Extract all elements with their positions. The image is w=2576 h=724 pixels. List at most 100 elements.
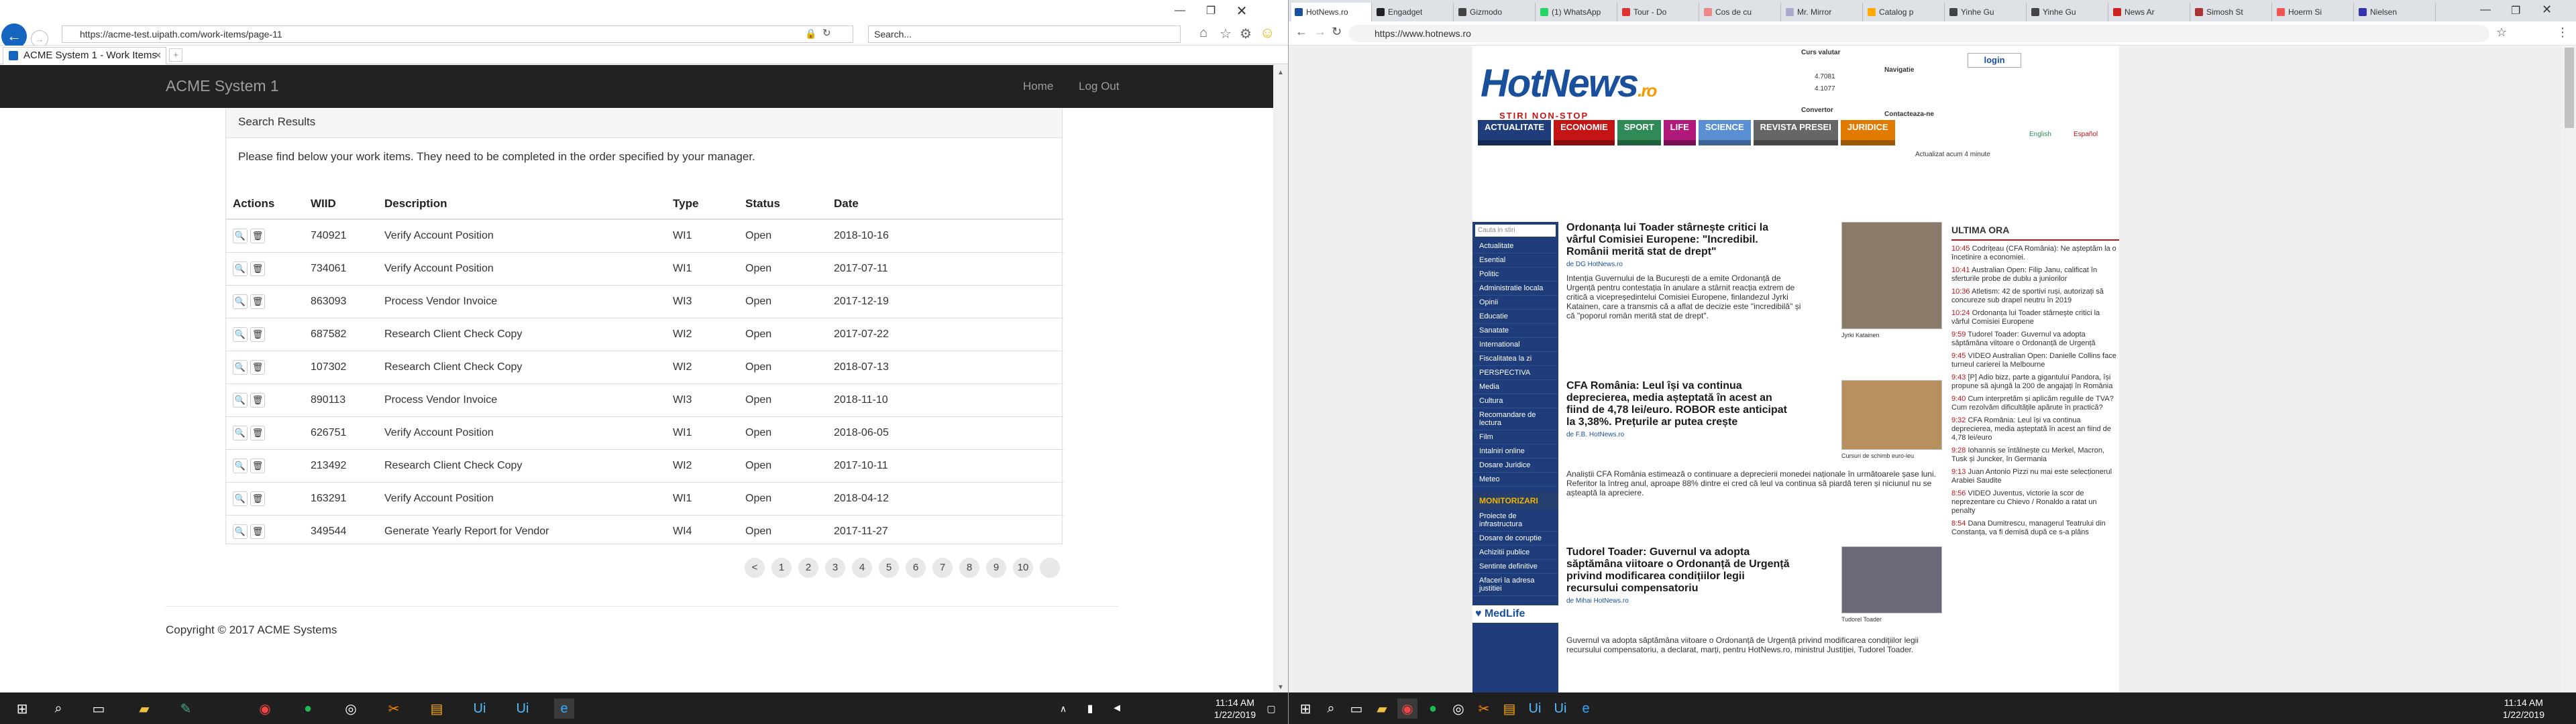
file-explorer-icon[interactable]: ▰ [1372, 699, 1392, 719]
chrome-tab[interactable]: Nielsen [2355, 3, 2436, 21]
nav-item[interactable]: REVISTA PRESEI [1753, 120, 1838, 145]
page-button[interactable]: 2 [798, 558, 818, 578]
sidebar-item[interactable]: Meteo [1472, 473, 1558, 487]
chrome-tab[interactable]: News Ar [2110, 3, 2190, 21]
article-image[interactable] [1841, 222, 1942, 329]
spotify-icon[interactable]: ● [1423, 699, 1443, 719]
nav-item[interactable]: ACTUALITATE [1478, 120, 1552, 145]
new-tab-icon[interactable]: + [169, 48, 182, 62]
windows-start-icon[interactable]: ⊞ [1295, 699, 1316, 719]
news-item[interactable]: 10:36 Atletism: 42 de sportivi ruși, aut… [1951, 288, 2119, 305]
home-icon[interactable]: ⌂ [1199, 25, 1208, 41]
view-icon[interactable]: 🔍 [233, 261, 248, 276]
reload-icon[interactable]: ↻ [1332, 25, 1342, 39]
sidebar-item[interactable]: Recomandare de lectura [1472, 408, 1558, 430]
delete-icon[interactable]: 🗑 [250, 228, 265, 243]
view-icon[interactable]: 🔍 [233, 458, 248, 473]
notifications-icon[interactable]: ▢ [1261, 699, 1281, 719]
nav-logout-link[interactable]: Log Out [1079, 80, 1120, 93]
delete-icon[interactable]: 🗑 [250, 524, 265, 539]
chrome-tab[interactable]: (1) WhatsApp [1537, 3, 1617, 21]
snip-icon[interactable]: ✂ [384, 699, 404, 719]
contact-link[interactable]: Contacteaza-ne [1884, 111, 1934, 118]
chrome-tab[interactable]: Cos de cu [1701, 3, 1781, 21]
forward-arrow-icon[interactable]: → [1314, 25, 1326, 39]
news-item[interactable]: 10:41 Australian Open: Filip Janu, calif… [1951, 266, 2119, 284]
article-title[interactable]: Tudorel Toader: Guvernul va adopta săptă… [1566, 546, 1794, 595]
nav-item[interactable]: ECONOMIE [1554, 120, 1615, 145]
sidebar-item[interactable]: Sentinte definitive [1472, 560, 1558, 574]
sidebar-item[interactable]: Dosare Juridice [1472, 459, 1558, 473]
sidebar-item[interactable]: PERSPECTIVA [1472, 366, 1558, 380]
search-input[interactable]: Search... [868, 25, 1181, 43]
sidebar-item[interactable]: Achizitii publice [1472, 546, 1558, 560]
minimize-icon[interactable]: — [2480, 4, 2491, 16]
view-icon[interactable]: 🔍 [233, 294, 248, 309]
chrome-icon[interactable]: ◉ [1397, 699, 1417, 719]
chrome-tab[interactable]: Mr. Mirror [1782, 3, 1863, 21]
network-icon[interactable]: ▮ [1080, 699, 1100, 719]
sidebar-item[interactable]: Cultura [1472, 394, 1558, 408]
chrome-tab[interactable]: Yinhe Gu [2028, 3, 2108, 21]
news-item[interactable]: 8:56 VIDEO Juventus, victorie la scor de… [1951, 489, 2119, 516]
spotify-icon[interactable]: ● [298, 699, 318, 719]
ie-taskbar-icon[interactable]: e [1576, 699, 1596, 719]
vertical-scrollbar[interactable]: ▲ ▼ [1273, 65, 1288, 695]
sidebar-item[interactable]: Sanatate [1472, 324, 1558, 338]
page-button[interactable]: 10 [1013, 558, 1033, 578]
vertical-scrollbar[interactable] [2562, 46, 2576, 692]
favorites-star-icon[interactable]: ☆ [1220, 25, 1232, 42]
ie-taskbar-icon[interactable]: e [554, 699, 574, 719]
news-item[interactable]: 9:43 [P] Adio bizz, parte a gigantului P… [1951, 373, 2119, 391]
nav-item[interactable]: JURIDICE [1840, 120, 1895, 145]
article-image[interactable] [1841, 546, 1942, 613]
delete-icon[interactable]: 🗑 [250, 425, 265, 440]
page-button[interactable]: 7 [932, 558, 953, 578]
news-item[interactable]: 9:40 Cum interpretăm și aplicăm regulile… [1951, 395, 2119, 412]
chrome-tab[interactable]: Catalog p [1864, 3, 1945, 21]
uipath-icon[interactable]: Ui [470, 699, 490, 719]
task-view-icon[interactable]: ▭ [89, 699, 109, 719]
folder-icon[interactable]: ▤ [427, 699, 447, 719]
gear-icon[interactable]: ⚙ [1240, 25, 1252, 42]
delete-icon[interactable]: 🗑 [250, 392, 265, 408]
clock[interactable]: 11:14 AM 1/22/2019 [2503, 697, 2544, 721]
sidebar-item[interactable]: International [1472, 338, 1558, 352]
nav-home-link[interactable]: Home [1023, 80, 1053, 93]
side-search-input[interactable]: Cauta in stiri [1475, 225, 1556, 237]
task-view-icon[interactable]: ▭ [1346, 699, 1366, 719]
sidebar-item[interactable]: Administratie locala [1472, 282, 1558, 296]
close-icon[interactable]: ✕ [2542, 3, 2552, 17]
lang-english[interactable]: English [2029, 131, 2051, 138]
volume-icon[interactable]: ◄ [1107, 699, 1127, 719]
view-icon[interactable]: 🔍 [233, 524, 248, 539]
sidebar-item[interactable]: Educatie [1472, 310, 1558, 324]
news-item[interactable]: 9:59 Tudorel Toader: Guvernul va adopta … [1951, 330, 2119, 348]
view-icon[interactable]: 🔍 [233, 359, 248, 375]
url-input[interactable]: https://www.hotnews.ro [1349, 25, 2489, 42]
page-button[interactable]: 8 [959, 558, 979, 578]
lang-espanol[interactable]: Español [2074, 131, 2098, 138]
sidebar-item[interactable]: Esential [1472, 253, 1558, 267]
view-icon[interactable]: 🔍 [233, 228, 248, 243]
sidebar-item[interactable]: Film [1472, 430, 1558, 444]
page-button[interactable]: 5 [879, 558, 899, 578]
uipath-icon[interactable]: Ui [1525, 699, 1545, 719]
chrome-tab[interactable]: Simosh St [2192, 3, 2272, 21]
search-icon[interactable]: ⌕ [48, 699, 68, 719]
snip-icon[interactable]: ✂ [1474, 699, 1494, 719]
sidebar-item[interactable]: Opinii [1472, 296, 1558, 310]
login-button[interactable]: login [1968, 53, 2021, 68]
news-item[interactable]: 9:28 Iohannis se întâlnește cu Merkel, M… [1951, 446, 2119, 464]
clock[interactable]: 11:14 AM 1/22/2019 [1214, 697, 1256, 721]
tab-acme[interactable]: ACME System 1 - Work Items ✕ [3, 47, 166, 64]
file-explorer-icon[interactable]: ▰ [134, 699, 154, 719]
news-item[interactable]: 8:54 Dana Dumitrescu, managerul Teatrulu… [1951, 520, 2119, 537]
view-icon[interactable]: 🔍 [233, 491, 248, 506]
search-icon[interactable]: ⌕ [1321, 699, 1341, 719]
delete-icon[interactable]: 🗑 [250, 359, 265, 375]
menu-icon[interactable]: ⋮ [2557, 25, 2569, 40]
sidebar-item[interactable]: Actualitate [1472, 239, 1558, 253]
folder-icon[interactable]: ▤ [1499, 699, 1519, 719]
sidebar-item[interactable]: Media [1472, 380, 1558, 394]
